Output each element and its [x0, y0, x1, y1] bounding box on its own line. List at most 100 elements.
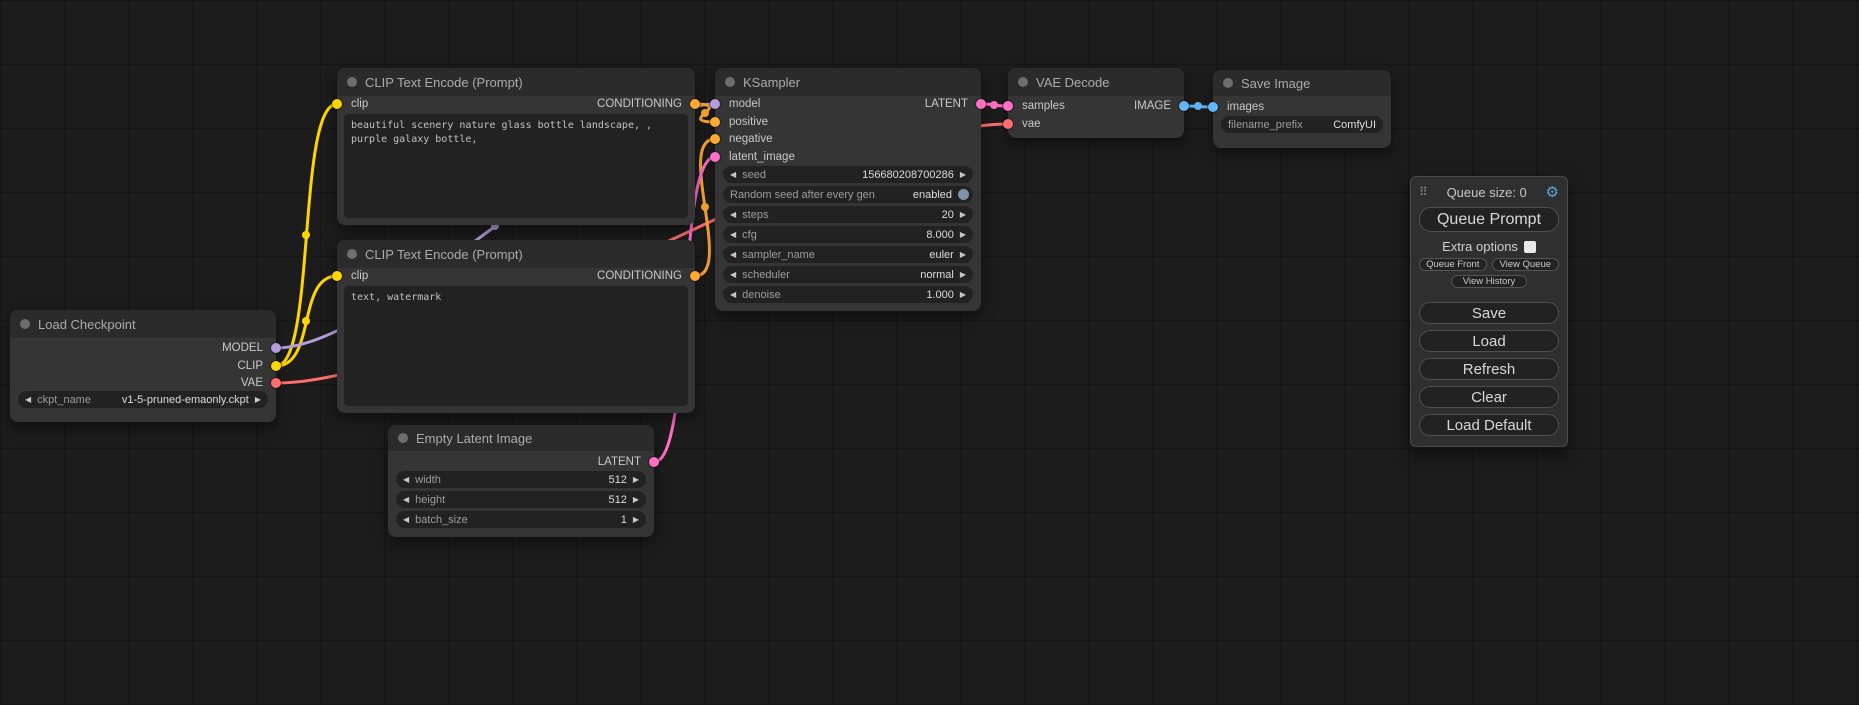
- collapse-dot-icon[interactable]: [1018, 77, 1028, 87]
- input-port-clip[interactable]: [332, 99, 342, 109]
- decrement-arrow-icon[interactable]: ◀: [730, 211, 736, 219]
- drag-handle-icon[interactable]: ⠿: [1419, 185, 1428, 199]
- decrement-arrow-icon[interactable]: ◀: [730, 231, 736, 239]
- node-clip-text-encode-negative[interactable]: CLIP Text Encode (Prompt) clip CONDITION…: [337, 240, 695, 413]
- increment-arrow-icon[interactable]: ▶: [960, 171, 966, 179]
- toggle-dot-icon[interactable]: [958, 189, 969, 200]
- output-port-vae[interactable]: [271, 378, 281, 388]
- collapse-dot-icon[interactable]: [347, 77, 357, 87]
- widget-cfg[interactable]: ◀ cfg 8.000 ▶: [723, 226, 973, 243]
- input-port-positive[interactable]: [710, 117, 720, 127]
- widget-value[interactable]: 1.000: [926, 289, 954, 301]
- widget-steps[interactable]: ◀ steps 20 ▶: [723, 206, 973, 223]
- node-ksampler[interactable]: KSampler model positive negative latent_…: [715, 68, 981, 311]
- widget-value[interactable]: enabled: [913, 189, 952, 201]
- view-queue-button[interactable]: View Queue: [1492, 258, 1560, 271]
- widget-ckpt-name[interactable]: ◀ ckpt_name v1-5-pruned-emaonly.ckpt ▶: [18, 391, 268, 408]
- input-port-vae[interactable]: [1003, 119, 1013, 129]
- decrement-arrow-icon[interactable]: ◀: [403, 476, 409, 484]
- input-port-samples[interactable]: [1003, 101, 1013, 111]
- input-port-model[interactable]: [710, 99, 720, 109]
- widget-denoise[interactable]: ◀ denoise 1.000 ▶: [723, 286, 973, 303]
- increment-arrow-icon[interactable]: ▶: [633, 496, 639, 504]
- output-port-latent[interactable]: [976, 99, 986, 109]
- decrement-arrow-icon[interactable]: ◀: [25, 396, 31, 404]
- collapse-dot-icon[interactable]: [725, 77, 735, 87]
- widget-value[interactable]: ComfyUI: [1333, 119, 1376, 131]
- refresh-button[interactable]: Refresh: [1419, 358, 1559, 380]
- increment-arrow-icon[interactable]: ▶: [960, 251, 966, 259]
- settings-gear-icon[interactable]: ⚙: [1546, 183, 1559, 201]
- input-port-clip[interactable]: [332, 271, 342, 281]
- widget-height[interactable]: ◀ height 512 ▶: [396, 491, 646, 508]
- input-port-images[interactable]: [1208, 102, 1218, 112]
- output-port-image[interactable]: [1179, 101, 1189, 111]
- clear-button[interactable]: Clear: [1419, 386, 1559, 408]
- collapse-dot-icon[interactable]: [1223, 78, 1233, 88]
- increment-arrow-icon[interactable]: ▶: [960, 231, 966, 239]
- save-button[interactable]: Save: [1419, 302, 1559, 324]
- node-vae-decode[interactable]: VAE Decode samples vae IMAGE: [1008, 68, 1184, 138]
- collapse-dot-icon[interactable]: [347, 249, 357, 259]
- node-title-bar[interactable]: VAE Decode: [1008, 68, 1184, 96]
- increment-arrow-icon[interactable]: ▶: [255, 396, 261, 404]
- positive-prompt-textarea[interactable]: beautiful scenery nature glass bottle la…: [344, 114, 688, 218]
- widget-value[interactable]: 512: [608, 494, 626, 506]
- widget-value[interactable]: 512: [608, 474, 626, 486]
- load-default-button[interactable]: Load Default: [1419, 414, 1559, 436]
- widget-filename-prefix[interactable]: filename_prefix ComfyUI: [1221, 116, 1383, 133]
- collapse-dot-icon[interactable]: [20, 319, 30, 329]
- decrement-arrow-icon[interactable]: ◀: [730, 291, 736, 299]
- decrement-arrow-icon[interactable]: ◀: [730, 251, 736, 259]
- collapse-dot-icon[interactable]: [398, 433, 408, 443]
- output-port-model[interactable]: [271, 343, 281, 353]
- widget-value[interactable]: 8.000: [926, 229, 954, 241]
- widget-scheduler[interactable]: ◀ scheduler normal ▶: [723, 266, 973, 283]
- load-button[interactable]: Load: [1419, 330, 1559, 352]
- extra-options-checkbox[interactable]: [1524, 241, 1536, 253]
- output-port-conditioning[interactable]: [690, 271, 700, 281]
- node-title-bar[interactable]: Load Checkpoint: [10, 310, 276, 338]
- widget-value[interactable]: 156680208700286: [862, 169, 954, 181]
- node-title-bar[interactable]: Empty Latent Image: [388, 425, 654, 451]
- widget-value[interactable]: v1-5-pruned-emaonly.ckpt: [122, 394, 249, 406]
- decrement-arrow-icon[interactable]: ◀: [730, 271, 736, 279]
- widget-value[interactable]: euler: [929, 249, 953, 261]
- node-title-bar[interactable]: CLIP Text Encode (Prompt): [337, 240, 695, 268]
- node-empty-latent-image[interactable]: Empty Latent Image LATENT ◀ width 512 ▶ …: [388, 425, 654, 537]
- negative-prompt-textarea[interactable]: text, watermark: [344, 286, 688, 406]
- view-history-button[interactable]: View History: [1451, 275, 1527, 288]
- widget-seed[interactable]: ◀ seed 156680208700286 ▶: [723, 166, 973, 183]
- widget-name-label: width: [415, 474, 441, 486]
- increment-arrow-icon[interactable]: ▶: [633, 476, 639, 484]
- increment-arrow-icon[interactable]: ▶: [960, 291, 966, 299]
- increment-arrow-icon[interactable]: ▶: [960, 271, 966, 279]
- node-canvas[interactable]: Load Checkpoint MODEL CLIP VAE ◀ ckpt_na…: [0, 0, 1859, 705]
- widget-width[interactable]: ◀ width 512 ▶: [396, 471, 646, 488]
- widget-batch-size[interactable]: ◀ batch_size 1 ▶: [396, 511, 646, 528]
- output-port-latent[interactable]: [649, 457, 659, 467]
- widget-value[interactable]: 1: [621, 514, 627, 526]
- node-title-bar[interactable]: Save Image: [1213, 70, 1391, 96]
- decrement-arrow-icon[interactable]: ◀: [403, 516, 409, 524]
- input-port-negative[interactable]: [710, 134, 720, 144]
- widget-value[interactable]: 20: [942, 209, 954, 221]
- node-load-checkpoint[interactable]: Load Checkpoint MODEL CLIP VAE ◀ ckpt_na…: [10, 310, 276, 422]
- increment-arrow-icon[interactable]: ▶: [633, 516, 639, 524]
- node-title-bar[interactable]: CLIP Text Encode (Prompt): [337, 68, 695, 96]
- node-save-image[interactable]: Save Image images filename_prefix ComfyU…: [1213, 70, 1391, 148]
- input-port-latent-image[interactable]: [710, 152, 720, 162]
- queue-front-button[interactable]: Queue Front: [1419, 258, 1487, 271]
- decrement-arrow-icon[interactable]: ◀: [403, 496, 409, 504]
- decrement-arrow-icon[interactable]: ◀: [730, 171, 736, 179]
- widget-random-seed-toggle[interactable]: Random seed after every gen enabled: [723, 186, 973, 203]
- widget-sampler-name[interactable]: ◀ sampler_name euler ▶: [723, 246, 973, 263]
- queue-prompt-button[interactable]: Queue Prompt: [1419, 207, 1559, 232]
- widget-value[interactable]: normal: [920, 269, 954, 281]
- node-clip-text-encode-positive[interactable]: CLIP Text Encode (Prompt) clip CONDITION…: [337, 68, 695, 225]
- widget-name-label: filename_prefix: [1228, 119, 1303, 131]
- output-port-conditioning[interactable]: [690, 99, 700, 109]
- node-title-bar[interactable]: KSampler: [715, 68, 981, 96]
- increment-arrow-icon[interactable]: ▶: [960, 211, 966, 219]
- output-port-clip[interactable]: [271, 361, 281, 371]
